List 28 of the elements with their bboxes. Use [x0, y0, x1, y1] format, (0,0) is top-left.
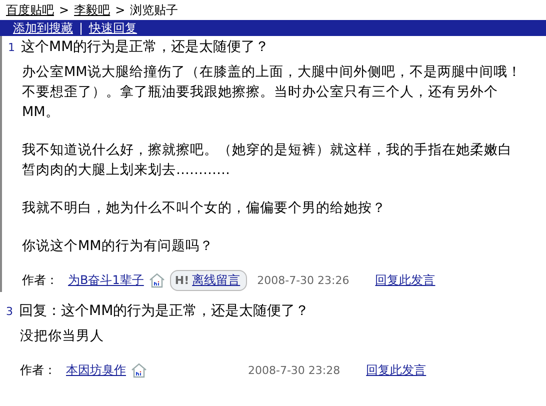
author-link[interactable]: 本因坊臭作 — [66, 362, 126, 378]
author-label: 作者： — [22, 272, 58, 288]
post-paragraph: 办公室MM说大腿给撞伤了（在膝盖的上面，大腿中间外侧吧，不是两腿中间哦！不要想歪了）。拿了瓶油要我跟她擦擦。当时办公室只有三个人，还有另外个MM。 — [22, 63, 522, 122]
breadcrumb-link[interactable]: 李毅吧 — [74, 2, 110, 18]
home-icon[interactable] — [130, 362, 148, 378]
reply-link[interactable]: 回复此发言 — [375, 272, 436, 288]
post-paragraph: 你说这个MM的行为有问题吗？ — [22, 237, 214, 256]
post-paragraph: 没把你当男人 — [20, 327, 105, 346]
post-title: 这个MM的行为是正常，还是太随便了？ — [21, 38, 270, 56]
breadcrumb-separator: > — [115, 3, 126, 17]
post-paragraph: 我就不明白，她为什么不叫个女的，偏偏要个男的给她按？ — [22, 199, 387, 218]
post-time: 2008-7-30 23:28 — [248, 364, 340, 376]
post-paragraph: 我不知道说什么好，擦就擦吧。（她穿的是短裤）就这样，我的手指在她柔嫩白皙肉肉的大腿上划来划去………… — [22, 141, 513, 180]
author-link[interactable]: 为B奋斗1辈子 — [68, 272, 144, 288]
breadcrumb-current: 浏览贴子 — [130, 2, 178, 18]
floor-number: 3 — [6, 305, 13, 318]
post-time: 2008-7-30 23:26 — [257, 274, 350, 286]
action-link[interactable]: 添加到搜藏 — [13, 20, 73, 36]
breadcrumb-link[interactable]: 百度贴吧 — [6, 2, 54, 18]
breadcrumb-separator: > — [59, 3, 70, 17]
author-label: 作者： — [20, 362, 56, 378]
home-icon[interactable] — [148, 272, 166, 288]
floor-number: 1 — [8, 41, 15, 54]
post-title: 回复：这个MM的行为是正常，还是太随便了？ — [19, 302, 310, 320]
reply-link[interactable]: 回复此发言 — [366, 362, 426, 378]
action-separator: | — [79, 21, 84, 35]
offline-message-button[interactable]: H! 离线留言 — [170, 270, 248, 290]
action-link[interactable]: 快速回复 — [89, 20, 138, 36]
